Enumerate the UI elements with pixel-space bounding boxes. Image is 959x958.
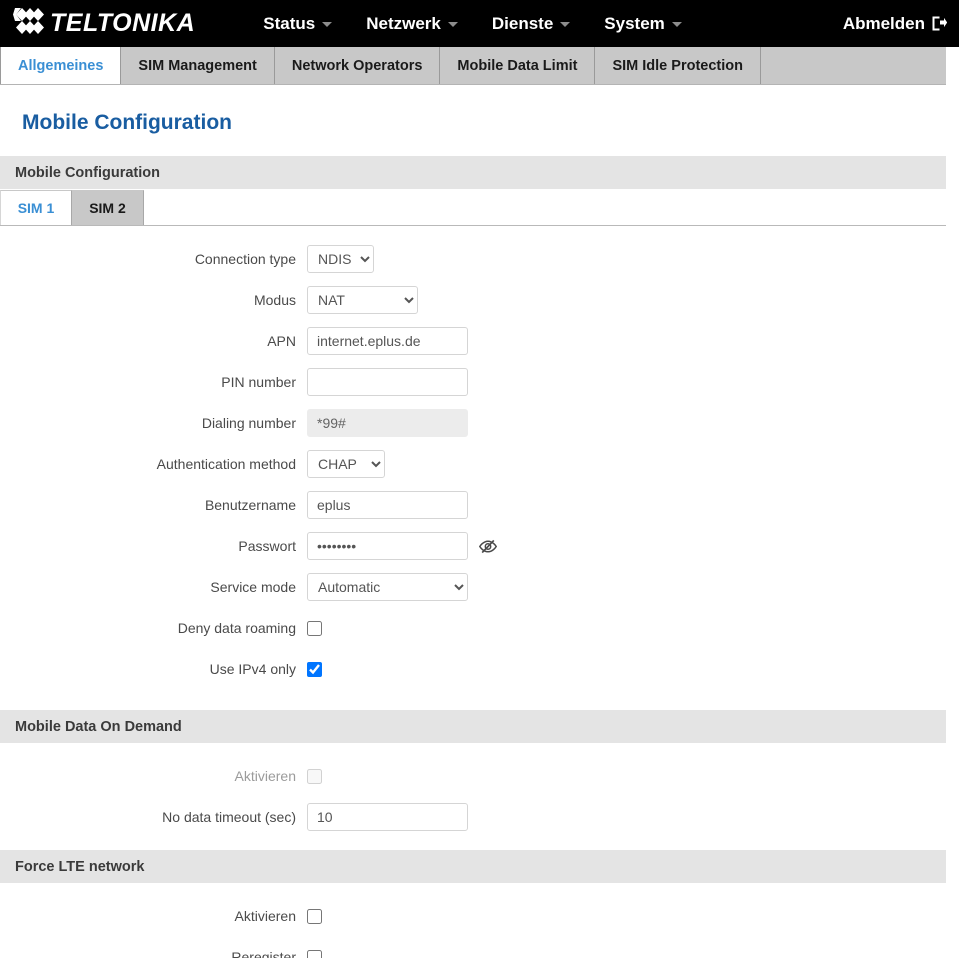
tab-allgemeines[interactable]: Allgemeines — [0, 47, 122, 84]
no-data-timeout-label: No data timeout (sec) — [162, 809, 296, 825]
row-use-ipv4-only: Use IPv4 only — [0, 654, 959, 684]
force-lte-network-form: Aktivieren Reregister — [0, 883, 959, 958]
section-header-mobile-configuration: Mobile Configuration — [0, 156, 946, 189]
nav-item-status[interactable]: Status — [246, 0, 349, 47]
tab-sim-idle-protection-label: SIM Idle Protection — [612, 57, 743, 74]
deny-data-roaming-label: Deny data roaming — [177, 620, 296, 636]
modus-label: Modus — [253, 292, 296, 308]
tab-bar-filler — [760, 47, 946, 84]
use-ipv4-only-label: Use IPv4 only — [209, 661, 296, 677]
logout-icon — [931, 15, 947, 32]
logout-label: Abmelden — [842, 13, 925, 33]
modus-select[interactable]: NAT — [307, 286, 418, 314]
no-data-timeout-input[interactable] — [307, 803, 468, 831]
main-menu: Status Netzwerk Dienste System — [246, 0, 699, 47]
section-header-force-lte-network: Force LTE network — [0, 850, 946, 883]
sim-tab-bar-filler — [144, 190, 946, 225]
dialing-number-label: Dialing number — [201, 415, 296, 431]
logout-button[interactable]: Abmelden — [843, 14, 947, 34]
sim-tab-sim-1[interactable]: SIM 1 — [0, 190, 72, 225]
authentication-method-select[interactable]: CHAP — [307, 450, 385, 478]
brand-name: TELTONIKA — [50, 9, 196, 37]
chevron-down-icon — [671, 22, 682, 27]
benutzername-input[interactable] — [307, 491, 468, 519]
section-header-mobile-data-on-demand: Mobile Data On Demand — [0, 710, 946, 743]
nav-item-netzwerk[interactable]: Netzwerk — [349, 0, 475, 47]
row-force-lte-reregister: Reregister — [0, 942, 959, 958]
nav-item-system[interactable]: System — [587, 0, 698, 47]
tab-network-operators-label: Network Operators — [291, 57, 423, 74]
apn-input[interactable] — [307, 327, 468, 355]
sim-tab-sim-1-label: SIM 1 — [17, 200, 55, 216]
row-passwort: Passwort — [0, 531, 959, 561]
tab-mobile-data-limit-label: Mobile Data Limit — [457, 57, 578, 74]
row-benutzername: Benutzername — [0, 490, 959, 520]
chevron-down-icon — [447, 22, 458, 27]
force-lte-reregister-label: Reregister — [231, 949, 296, 958]
page-tab-bar: Allgemeines SIM Management Network Opera… — [0, 47, 946, 85]
row-dialing-number: Dialing number — [0, 408, 959, 438]
tab-network-operators[interactable]: Network Operators — [274, 47, 441, 84]
row-apn: APN — [0, 326, 959, 356]
service-mode-label: Service mode — [210, 579, 296, 595]
row-service-mode: Service mode Automatic — [0, 572, 959, 602]
chevron-down-icon — [560, 22, 571, 27]
tab-sim-management[interactable]: SIM Management — [121, 47, 275, 84]
deny-data-roaming-checkbox[interactable] — [307, 620, 322, 636]
top-navigation-bar: TELTONIKA Status Netzwerk Dienste System… — [0, 0, 959, 47]
dialing-number-input — [307, 409, 468, 437]
section-header-force-lte-network-label: Force LTE network — [15, 858, 145, 875]
apn-label: APN — [267, 333, 296, 349]
on-demand-aktivieren-label: Aktivieren — [234, 768, 296, 784]
page-title: Mobile Configuration — [22, 111, 232, 134]
nav-item-system-label: System — [604, 14, 665, 33]
nav-item-netzwerk-label: Netzwerk — [366, 14, 441, 33]
row-on-demand-aktivieren: Aktivieren — [0, 761, 959, 791]
section-header-mobile-data-on-demand-label: Mobile Data On Demand — [15, 718, 182, 735]
nav-item-dienste[interactable]: Dienste — [475, 0, 587, 47]
row-connection-type: Connection type NDIS — [0, 244, 959, 274]
tab-sim-idle-protection[interactable]: SIM Idle Protection — [595, 47, 761, 84]
connection-type-label: Connection type — [194, 251, 296, 267]
row-pin-number: PIN number — [0, 367, 959, 397]
mobile-configuration-form: Connection type NDIS Modus NAT APN PIN n… — [0, 226, 959, 684]
force-lte-reregister-checkbox[interactable] — [307, 949, 322, 958]
chevron-down-icon — [322, 22, 333, 27]
mobile-data-on-demand-form: Aktivieren No data timeout (sec) — [0, 743, 959, 832]
section-header-mobile-configuration-label: Mobile Configuration — [15, 164, 160, 181]
row-deny-data-roaming: Deny data roaming — [0, 613, 959, 643]
on-demand-aktivieren-checkbox — [307, 768, 322, 784]
tab-sim-management-label: SIM Management — [138, 57, 257, 74]
tab-allgemeines-label: Allgemeines — [18, 57, 104, 74]
row-no-data-timeout: No data timeout (sec) — [0, 802, 959, 832]
teltonika-chevron-logo-icon — [13, 8, 49, 39]
eye-slash-icon[interactable] — [478, 538, 498, 555]
teltonika-logo[interactable]: TELTONIKA — [13, 8, 196, 39]
pin-number-label: PIN number — [221, 374, 296, 390]
nav-item-status-label: Status — [263, 14, 316, 33]
force-lte-aktivieren-checkbox[interactable] — [307, 908, 322, 924]
tab-mobile-data-limit[interactable]: Mobile Data Limit — [440, 47, 596, 84]
row-authentication-method: Authentication method CHAP — [0, 449, 959, 479]
sim-tab-sim-2[interactable]: SIM 2 — [72, 190, 144, 225]
use-ipv4-only-checkbox[interactable] — [307, 661, 322, 677]
sim-tab-sim-2-label: SIM 2 — [89, 200, 126, 216]
authentication-method-label: Authentication method — [156, 456, 296, 472]
pin-number-input[interactable] — [307, 368, 468, 396]
row-force-lte-aktivieren: Aktivieren — [0, 901, 959, 931]
nav-item-dienste-label: Dienste — [491, 14, 554, 33]
connection-type-select[interactable]: NDIS — [307, 245, 374, 273]
passwort-input[interactable] — [307, 532, 468, 560]
benutzername-label: Benutzername — [204, 497, 296, 513]
service-mode-select[interactable]: Automatic — [307, 573, 468, 601]
row-modus: Modus NAT — [0, 285, 959, 315]
sim-tab-bar: SIM 1 SIM 2 — [0, 190, 946, 226]
force-lte-aktivieren-label: Aktivieren — [234, 908, 296, 924]
passwort-label: Passwort — [238, 538, 296, 554]
